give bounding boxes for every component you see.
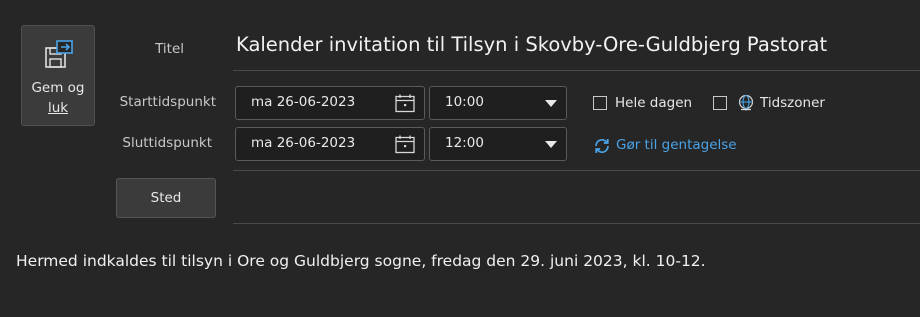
title-underline bbox=[233, 70, 920, 71]
divider bbox=[233, 170, 920, 171]
save-and-close-button[interactable]: Gem og luk bbox=[21, 25, 95, 126]
start-date-picker[interactable]: ma 26-06-2023 bbox=[235, 86, 425, 120]
start-time-dropdown[interactable]: 10:00 bbox=[429, 86, 567, 120]
title-label: Titel bbox=[155, 41, 184, 57]
all-day-checkbox[interactable] bbox=[593, 96, 607, 110]
calendar-icon[interactable] bbox=[395, 135, 415, 154]
time-zones-checkbox[interactable] bbox=[713, 96, 727, 110]
all-day-label[interactable]: Hele dagen bbox=[615, 95, 692, 111]
end-time-dropdown[interactable]: 12:00 bbox=[429, 127, 567, 161]
end-date-value: ma 26-06-2023 bbox=[251, 135, 356, 151]
recurrence-icon[interactable] bbox=[593, 137, 611, 155]
save-close-label: Gem og luk bbox=[22, 78, 94, 118]
location-input-underline[interactable] bbox=[233, 223, 920, 224]
save-close-label-line2: luk bbox=[47, 100, 69, 116]
save-close-label-line1: Gem og bbox=[31, 80, 85, 96]
calendar-icon[interactable] bbox=[395, 94, 415, 113]
chevron-down-icon[interactable] bbox=[545, 100, 557, 107]
start-time-label: Starttidspunkt bbox=[119, 94, 216, 110]
start-time-value: 10:00 bbox=[445, 94, 484, 110]
chevron-down-icon[interactable] bbox=[545, 141, 557, 148]
end-time-value: 12:00 bbox=[445, 135, 484, 151]
end-time-label: Sluttidspunkt bbox=[122, 135, 212, 151]
message-body[interactable]: Hermed indkaldes til tilsyn i Ore og Gul… bbox=[16, 252, 706, 270]
appointment-window: Gem og luk Titel Kalender invitation til… bbox=[0, 0, 920, 317]
start-date-value: ma 26-06-2023 bbox=[251, 94, 356, 110]
make-recurring-link[interactable]: Gør til gentagelse bbox=[616, 137, 737, 153]
time-zones-label[interactable]: Tidszoner bbox=[760, 95, 825, 111]
end-date-picker[interactable]: ma 26-06-2023 bbox=[235, 127, 425, 161]
title-input[interactable]: Kalender invitation til Tilsyn i Skovby-… bbox=[236, 33, 827, 56]
save-close-icon bbox=[45, 40, 73, 68]
globe-icon bbox=[738, 94, 754, 111]
location-button[interactable]: Sted bbox=[116, 178, 216, 218]
